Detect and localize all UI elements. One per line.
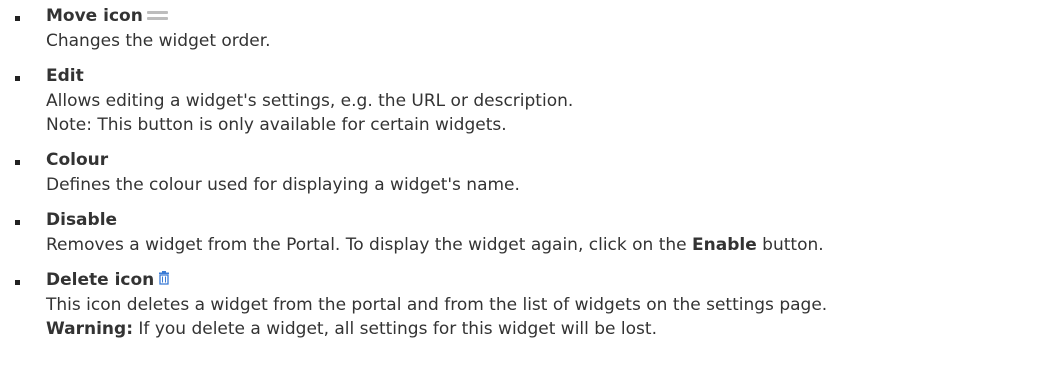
item-title-line: Disable [46, 207, 1062, 233]
item-description: Allows editing a widget's settings, e.g.… [46, 91, 574, 111]
item-title: Edit [46, 66, 84, 86]
item-description: Defines the colour used for displaying a… [46, 175, 520, 195]
item-title-line: Move icon [46, 3, 1062, 29]
bullet [15, 220, 20, 225]
warning-text: If you delete a widget, all settings for… [133, 319, 657, 339]
item-title: Disable [46, 210, 118, 230]
item-warning: Warning: If you delete a widget, all set… [46, 317, 1062, 341]
item-title-line: Edit [46, 63, 1062, 89]
enable-button-reference: Enable [692, 235, 757, 255]
bullet [15, 16, 20, 21]
bullet [15, 76, 20, 81]
description-text: Removes a widget from the Portal. To dis… [46, 235, 693, 255]
trash-icon [158, 267, 170, 293]
list-item-move: Move icon Changes the widget order. [0, 3, 1062, 53]
item-description: Removes a widget from the Portal. To dis… [46, 233, 1062, 257]
drag-handle-icon [146, 10, 168, 21]
description-text-end: button. [756, 235, 824, 255]
list-item-colour: Colour Defines the colour used for displ… [0, 147, 1062, 197]
item-description: This icon deletes a widget from the port… [46, 295, 828, 315]
bullet [15, 160, 20, 165]
item-note: Note: This button is only available for … [46, 115, 507, 135]
item-title: Delete icon [46, 270, 155, 290]
item-description: Changes the widget order. [46, 31, 271, 51]
item-title: Colour [46, 150, 109, 170]
list-item-edit: Edit Allows editing a widget's settings,… [0, 63, 1062, 137]
list-item-delete: Delete icon This icon deletes a widget f… [0, 267, 1062, 341]
item-title-line: Colour [46, 147, 1062, 173]
list-item-disable: Disable Removes a widget from the Portal… [0, 207, 1062, 257]
item-title-line: Delete icon [46, 267, 1062, 293]
bullet [15, 280, 20, 285]
item-title: Move icon [46, 6, 143, 26]
warning-label: Warning: [46, 319, 134, 339]
widget-controls-list: Move icon Changes the widget order. Edit… [0, 3, 1062, 341]
